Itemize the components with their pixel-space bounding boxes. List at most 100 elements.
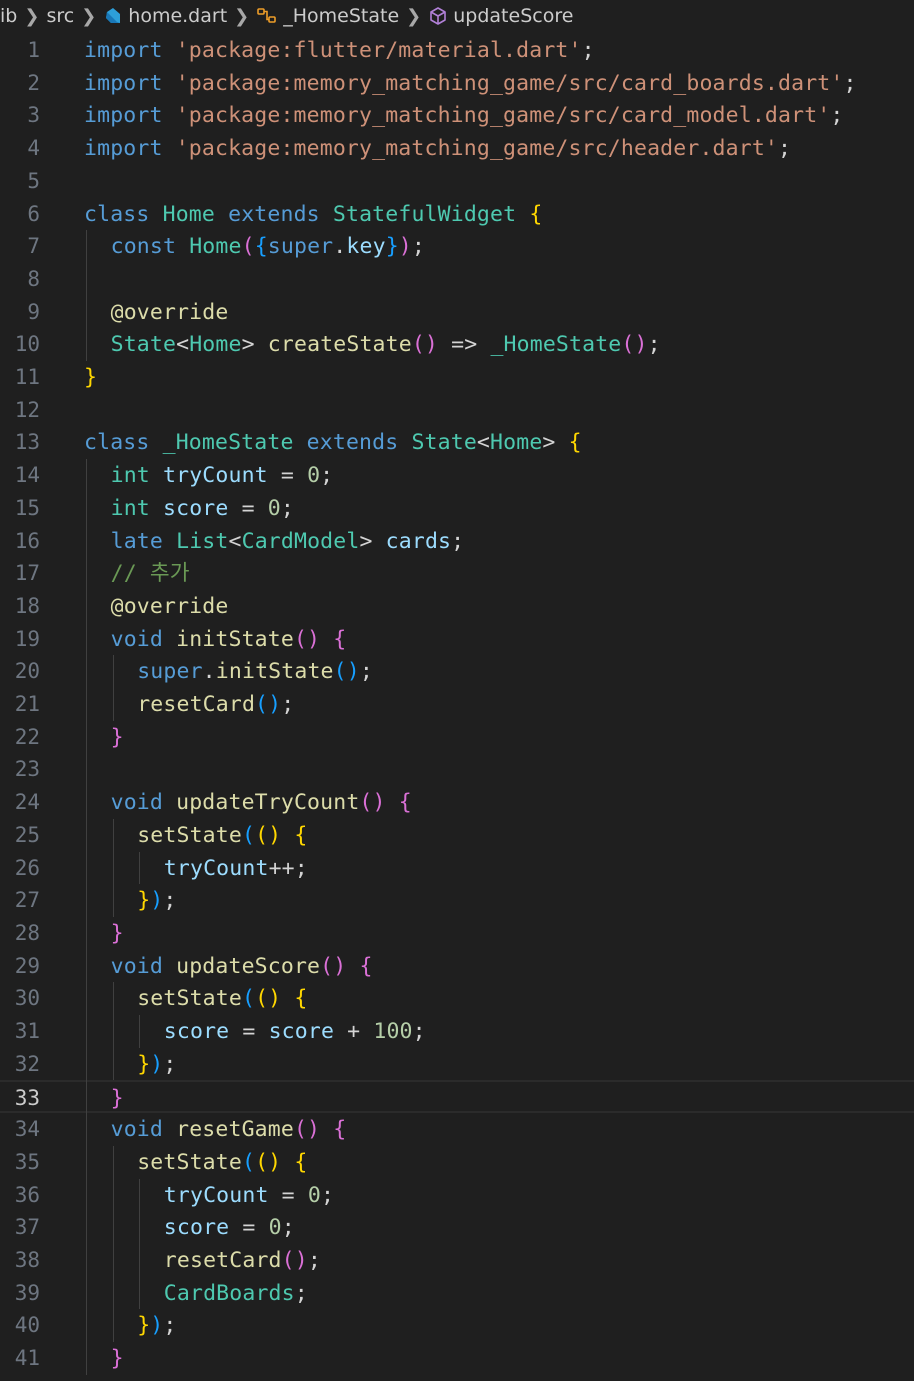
indent-guide xyxy=(112,818,114,917)
code-line[interactable]: 9 @override xyxy=(0,296,914,329)
code-text: late List<CardModel> cards; xyxy=(111,525,465,558)
code-line[interactable]: 25 setState(() { xyxy=(0,819,914,852)
code-token: class xyxy=(84,201,150,227)
code-line[interactable]: 35 setState(() { xyxy=(0,1146,914,1179)
code-line[interactable]: 16 late List<CardModel> cards; xyxy=(0,525,914,558)
line-number: 17 xyxy=(14,561,40,586)
code-token: } xyxy=(84,365,98,390)
code-text: setState(() { xyxy=(137,1146,307,1179)
line-number: 41 xyxy=(14,1346,40,1370)
code-line[interactable]: 29 void updateScore() { xyxy=(0,950,914,983)
code-line[interactable]: 10 State<Home> createState() => _HomeStat… xyxy=(0,328,914,361)
breadcrumb-item[interactable]: updateScore xyxy=(428,5,573,27)
code-line[interactable]: 36 tryCount = 0; xyxy=(0,1179,914,1212)
code-line[interactable]: 18 @override xyxy=(0,590,914,623)
code-line[interactable]: 20 super.initState(); xyxy=(0,655,914,688)
code-line[interactable]: 22} xyxy=(0,721,914,754)
code-token: 'package:memory_matching_game/src/card_m… xyxy=(175,103,831,129)
line-number: 22 xyxy=(14,724,40,749)
code-line[interactable]: 31 score = score + 100; xyxy=(0,1015,914,1048)
code-line[interactable]: 39 CardBoards; xyxy=(0,1277,914,1310)
code-line[interactable]: 11} xyxy=(0,361,914,394)
code-text: int tryCount = 0; xyxy=(111,459,334,492)
line-number: 34 xyxy=(14,1117,40,1142)
breadcrumb-item[interactable]: _HomeState xyxy=(256,5,399,27)
code-token: ; xyxy=(307,1247,321,1273)
code-token: cards xyxy=(385,528,452,554)
code-token: extends xyxy=(306,430,399,456)
code-line[interactable]: 15 int score = 0; xyxy=(0,492,914,525)
breadcrumb-label: _HomeState xyxy=(283,5,400,27)
breadcrumb-item[interactable]: src xyxy=(46,5,74,27)
code-editor[interactable]: 1 import 'package:flutter/material.dart';… xyxy=(0,34,914,1381)
code-line[interactable]: 26 tryCount++; xyxy=(0,852,914,885)
code-token: Home xyxy=(189,234,242,260)
code-line[interactable]: 32}); xyxy=(0,1048,914,1081)
code-line[interactable]: 14 int tryCount = 0; xyxy=(0,459,914,492)
breadcrumb-item[interactable]: ib xyxy=(0,5,17,27)
code-line[interactable]: 12 xyxy=(0,394,914,427)
code-token: { xyxy=(333,626,347,652)
code-token: = xyxy=(229,1215,269,1241)
code-line[interactable]: 34 void resetGame() { xyxy=(0,1113,914,1146)
line-number: 10 xyxy=(14,332,40,357)
code-line[interactable]: 2 import 'package:memory_matching_game/sr… xyxy=(0,67,914,100)
code-line[interactable]: 19 void initState() { xyxy=(0,623,914,656)
code-text: @override xyxy=(111,296,229,329)
code-token: const xyxy=(110,234,177,260)
code-line[interactable]: 40}); xyxy=(0,1309,914,1342)
code-line[interactable]: 3 import 'package:memory_matching_game/sr… xyxy=(0,99,914,132)
code-token: 'package:flutter/material.dart' xyxy=(175,38,582,63)
code-line[interactable]: 1 import 'package:flutter/material.dart'; xyxy=(0,34,914,67)
code-text: resetCard(); xyxy=(164,1244,321,1277)
code-token: + xyxy=(334,1019,374,1044)
code-line[interactable]: 7 const Home({super.key}); xyxy=(0,230,914,263)
code-line[interactable]: 24 void updateTryCount() { xyxy=(0,786,914,819)
code-line[interactable]: 28} xyxy=(0,917,914,950)
code-token: ; xyxy=(280,495,294,521)
code-line[interactable]: 23 xyxy=(0,753,914,786)
code-line[interactable]: 4 import 'package:memory_matching_game/sr… xyxy=(0,132,914,165)
code-line[interactable]: 27}); xyxy=(0,884,914,917)
code-text: void updateScore() { xyxy=(111,950,373,983)
code-line[interactable]: 5 xyxy=(0,165,914,198)
breadcrumb-separator: ❯ xyxy=(24,5,40,27)
code-token: ; xyxy=(359,659,373,685)
code-line[interactable]: 33} xyxy=(0,1080,914,1114)
line-number: 30 xyxy=(14,986,40,1011)
code-line[interactable]: 30 setState(() { xyxy=(0,982,914,1015)
code-token: () xyxy=(359,790,386,816)
code-token: } xyxy=(110,724,124,750)
code-line[interactable]: 41} xyxy=(0,1342,914,1375)
code-line[interactable]: 17 // 추가 xyxy=(0,557,914,590)
code-text: class _HomeState extends State<Home> { xyxy=(84,426,582,459)
breadcrumb-item[interactable]: home.dart xyxy=(103,5,227,27)
code-line[interactable]: 21 resetCard(); xyxy=(0,688,914,721)
indent-guide xyxy=(86,459,87,1375)
code-line[interactable]: 8 xyxy=(0,263,914,296)
code-text: void initState() { xyxy=(111,623,347,656)
code-text: import 'package:memory_matching_game/src… xyxy=(84,99,844,132)
code-line[interactable]: 13 class _HomeState extends State<Home> { xyxy=(0,426,914,459)
code-token: } xyxy=(110,1086,124,1112)
indent-guide xyxy=(86,230,87,361)
breadcrumb: ib ❯ src ❯ home.dart ❯ _HomeState ❯ updateScore xyxy=(0,0,914,32)
code-token: } xyxy=(110,920,124,946)
line-number: 19 xyxy=(14,626,40,651)
line-number: 6 xyxy=(27,201,40,226)
code-line[interactable]: 37 score = 0; xyxy=(0,1211,914,1244)
line-number: 37 xyxy=(14,1215,40,1240)
code-token: } xyxy=(110,1346,124,1371)
code-token: Home xyxy=(162,201,215,227)
code-line[interactable]: 6 class Home extends StatefulWidget { xyxy=(0,198,914,231)
code-token: () xyxy=(621,332,648,358)
code-line[interactable]: 38 resetCard(); xyxy=(0,1244,914,1277)
code-token: } xyxy=(385,234,399,260)
